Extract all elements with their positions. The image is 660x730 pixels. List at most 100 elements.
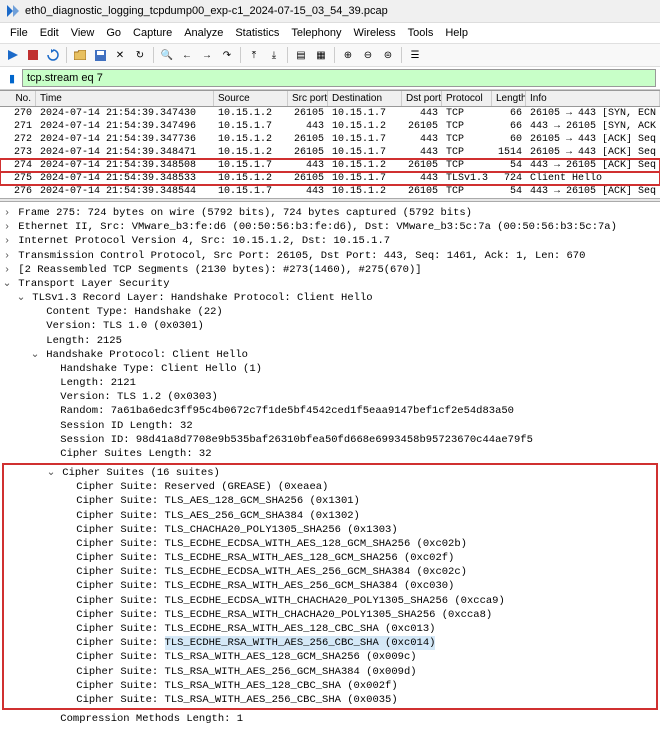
menu-file[interactable]: File (4, 25, 34, 41)
save-file-icon[interactable] (91, 46, 109, 64)
cipher-suite-line[interactable]: Cipher Suite: TLS_AES_128_GCM_SHA256 (0x… (4, 494, 656, 508)
expand-icon[interactable]: › (2, 206, 12, 220)
cipher-suite-line[interactable]: Cipher Suite: TLS_ECDHE_ECDSA_WITH_AES_1… (4, 537, 656, 551)
packet-cell-sport: 26105 (288, 108, 328, 119)
cipher-suite-line[interactable]: Cipher Suite: TLS_ECDHE_RSA_WITH_AES_128… (4, 622, 656, 636)
expand-icon[interactable]: › (2, 220, 12, 234)
find-icon[interactable]: 🔍 (158, 46, 176, 64)
col-header-source[interactable]: Source (214, 91, 288, 106)
packet-row[interactable]: 2702024-07-14 21:54:39.34743010.15.1.226… (0, 107, 660, 120)
collapse-icon[interactable]: ⌄ (2, 277, 12, 291)
cipher-suites-box: ⌄ Cipher Suites (16 suites) Cipher Suite… (2, 463, 658, 710)
tree-line[interactable]: Random: 7a61ba6edc3ff95c4b0672c7f1de5bf4… (2, 404, 658, 418)
tree-line[interactable]: › [2 Reassembled TCP Segments (2130 byte… (2, 263, 658, 277)
col-header-dest[interactable]: Destination (328, 91, 402, 106)
expand-icon[interactable]: › (2, 249, 12, 263)
restart-capture-icon[interactable] (44, 46, 62, 64)
menu-view[interactable]: View (65, 25, 101, 41)
packet-cell-dst: 10.15.1.2 (328, 160, 402, 171)
packet-row[interactable]: 2732024-07-14 21:54:39.34847110.15.1.226… (0, 146, 660, 159)
col-header-info[interactable]: Info (526, 91, 660, 106)
reload-icon[interactable]: ↻ (131, 46, 149, 64)
zoom-out-icon[interactable]: ⊖ (359, 46, 377, 64)
menu-tools[interactable]: Tools (402, 25, 440, 41)
collapse-icon[interactable]: ⌄ (46, 466, 56, 480)
tree-line[interactable]: ⌄ TLSv1.3 Record Layer: Handshake Protoc… (2, 291, 658, 305)
cipher-suite-line[interactable]: Cipher Suite: TLS_ECDHE_RSA_WITH_AES_256… (4, 636, 656, 650)
col-header-length[interactable]: Length (492, 91, 526, 106)
collapse-icon[interactable]: ⌄ (30, 348, 40, 362)
tree-line[interactable]: › Internet Protocol Version 4, Src: 10.1… (2, 234, 658, 248)
display-filter-input[interactable] (22, 69, 656, 87)
menu-statistics[interactable]: Statistics (229, 25, 285, 41)
resize-columns-icon[interactable]: ☰ (406, 46, 424, 64)
tree-line[interactable]: › Frame 275: 724 bytes on wire (5792 bit… (2, 206, 658, 220)
start-capture-icon[interactable] (4, 46, 22, 64)
zoom-in-icon[interactable]: ⊕ (339, 46, 357, 64)
menu-capture[interactable]: Capture (127, 25, 178, 41)
filter-bookmark-icon[interactable]: ▮ (4, 70, 20, 86)
packet-row[interactable]: 2742024-07-14 21:54:39.34850810.15.1.744… (0, 159, 660, 172)
menu-wireless[interactable]: Wireless (348, 25, 402, 41)
expand-icon[interactable]: › (2, 234, 12, 248)
tree-line[interactable]: Compression Methods Length: 1 (2, 712, 658, 726)
open-file-icon[interactable] (71, 46, 89, 64)
colorize-icon[interactable]: ▦ (312, 46, 330, 64)
expand-icon[interactable]: › (2, 263, 12, 277)
filter-bar: ▮ (0, 67, 660, 90)
packet-row[interactable]: 2712024-07-14 21:54:39.34749610.15.1.744… (0, 120, 660, 133)
tree-line[interactable]: Length: 2121 (2, 376, 658, 390)
menu-help[interactable]: Help (439, 25, 474, 41)
cipher-suite-line[interactable]: Cipher Suite: TLS_RSA_WITH_AES_128_GCM_S… (4, 650, 656, 664)
col-header-no[interactable]: No. (0, 91, 36, 106)
next-icon[interactable]: → (198, 46, 216, 64)
cipher-suite-line[interactable]: Cipher Suite: TLS_ECDHE_RSA_WITH_CHACHA2… (4, 608, 656, 622)
cipher-suite-line[interactable]: Cipher Suite: TLS_RSA_WITH_AES_256_CBC_S… (4, 693, 656, 707)
tree-line[interactable]: Session ID: 98d41a8d7708e9b535baf26310bf… (2, 433, 658, 447)
packet-details[interactable]: › Frame 275: 724 bytes on wire (5792 bit… (0, 202, 660, 730)
cipher-suite-line[interactable]: Cipher Suite: TLS_ECDHE_ECDSA_WITH_CHACH… (4, 594, 656, 608)
packet-cell-time: 2024-07-14 21:54:39.347430 (36, 108, 214, 119)
tree-line[interactable]: Cipher Suites Length: 32 (2, 447, 658, 461)
first-packet-icon[interactable]: ⤒ (245, 46, 263, 64)
last-packet-icon[interactable]: ⤓ (265, 46, 283, 64)
stop-capture-icon[interactable] (24, 46, 42, 64)
tree-line[interactable]: Session ID Length: 32 (2, 419, 658, 433)
col-header-srcport[interactable]: Src port (288, 91, 328, 106)
packet-list[interactable]: 2702024-07-14 21:54:39.34743010.15.1.226… (0, 107, 660, 198)
cipher-suite-line[interactable]: Cipher Suite: TLS_ECDHE_RSA_WITH_AES_256… (4, 579, 656, 593)
cipher-suite-line[interactable]: Cipher Suite: Reserved (GREASE) (0xeaea) (4, 480, 656, 494)
tree-line[interactable]: Length: 2125 (2, 334, 658, 348)
cipher-suite-line[interactable]: Cipher Suite: TLS_ECDHE_ECDSA_WITH_AES_2… (4, 565, 656, 579)
auto-scroll-icon[interactable]: ▤ (292, 46, 310, 64)
tree-line[interactable]: ⌄ Handshake Protocol: Client Hello (2, 348, 658, 362)
packet-row[interactable]: 2752024-07-14 21:54:39.34853310.15.1.226… (0, 172, 660, 185)
tree-line[interactable]: Version: TLS 1.0 (0x0301) (2, 319, 658, 333)
tree-line[interactable]: › Transmission Control Protocol, Src Por… (2, 249, 658, 263)
menu-edit[interactable]: Edit (34, 25, 65, 41)
tree-line[interactable]: Content Type: Handshake (22) (2, 305, 658, 319)
tree-line[interactable]: Handshake Type: Client Hello (1) (2, 362, 658, 376)
packet-row[interactable]: 2762024-07-14 21:54:39.34854410.15.1.744… (0, 185, 660, 198)
jump-icon[interactable]: ↷ (218, 46, 236, 64)
cipher-suite-line[interactable]: Cipher Suite: TLS_RSA_WITH_AES_256_GCM_S… (4, 665, 656, 679)
cipher-text: Cipher Suite: TLS_ECDHE_RSA_WITH_AES_128… (70, 552, 454, 564)
col-header-protocol[interactable]: Protocol (442, 91, 492, 106)
col-header-dstport[interactable]: Dst port (402, 91, 442, 106)
packet-row[interactable]: 2722024-07-14 21:54:39.34773610.15.1.226… (0, 133, 660, 146)
close-file-icon[interactable]: ✕ (111, 46, 129, 64)
collapse-icon[interactable]: ⌄ (16, 291, 26, 305)
cipher-suite-line[interactable]: Cipher Suite: TLS_CHACHA20_POLY1305_SHA2… (4, 523, 656, 537)
menu-analyze[interactable]: Analyze (178, 25, 229, 41)
menu-telephony[interactable]: Telephony (285, 25, 347, 41)
prev-icon[interactable]: ← (178, 46, 196, 64)
tree-line[interactable]: ⌄ Transport Layer Security (2, 277, 658, 291)
tree-line[interactable]: ⌄ Cipher Suites (16 suites) (4, 466, 656, 480)
tree-line[interactable]: Version: TLS 1.2 (0x0303) (2, 390, 658, 404)
menu-go[interactable]: Go (100, 25, 127, 41)
tree-line[interactable]: › Ethernet II, Src: VMware_b3:fe:d6 (00:… (2, 220, 658, 234)
zoom-reset-icon[interactable]: ⊜ (379, 46, 397, 64)
cipher-suite-line[interactable]: Cipher Suite: TLS_ECDHE_RSA_WITH_AES_128… (4, 551, 656, 565)
col-header-time[interactable]: Time (36, 91, 214, 106)
cipher-suite-line[interactable]: Cipher Suite: TLS_AES_256_GCM_SHA384 (0x… (4, 509, 656, 523)
